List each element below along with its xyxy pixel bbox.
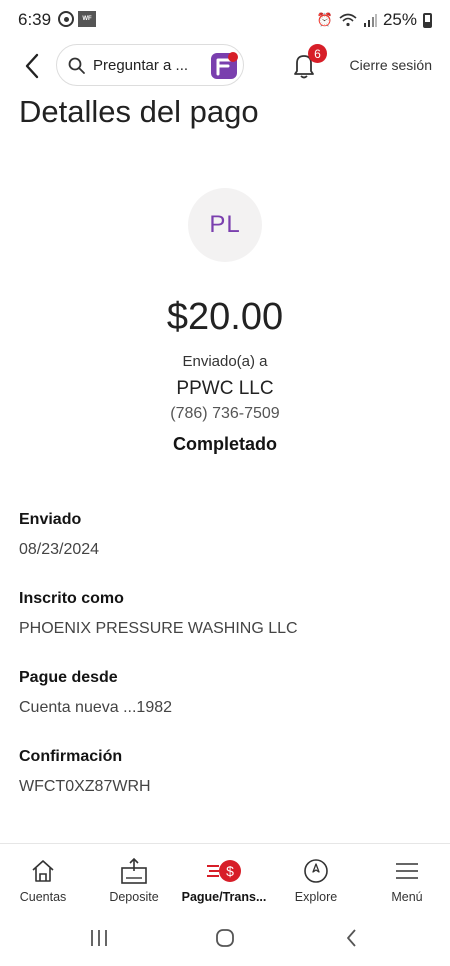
app-header: Preguntar a ... 6 Cierre sesión — [0, 40, 450, 92]
status-bar: 6:39 WF ⏰ 25% — [0, 0, 450, 38]
nav-item-menu[interactable]: Menú — [362, 856, 450, 904]
nav-item-explore[interactable]: Explore — [271, 856, 361, 904]
detail-value: 08/23/2024 — [19, 541, 100, 558]
logout-link[interactable]: Cierre sesión — [350, 57, 432, 73]
compass-icon — [304, 859, 328, 883]
system-nav-bar — [0, 911, 450, 966]
nav-item-pay-transfer[interactable]: $ Pague/Trans... — [179, 856, 269, 904]
whatsapp-icon — [58, 11, 74, 27]
status-time: 6:39 — [18, 10, 52, 29]
detail-label: Inscrito como — [19, 590, 124, 607]
search-placeholder: Preguntar a ... — [93, 57, 189, 74]
detail-enrolled-as: Inscrito como PHOENIX PRESSURE WASHING L… — [19, 590, 298, 638]
fargo-assistant-icon[interactable] — [207, 49, 241, 83]
battery-icon — [423, 12, 432, 28]
detail-pay-from: Pague desde Cuenta nueva ...1982 — [19, 669, 172, 717]
detail-confirmation: Confirmación WFCT0XZ87WRH — [19, 748, 151, 796]
sent-to-label: Enviado(a) a — [182, 353, 268, 370]
detail-value: WFCT0XZ87WRH — [19, 778, 151, 795]
nav-label: Deposite — [109, 890, 159, 904]
detail-label: Confirmación — [19, 748, 123, 765]
signal-icon — [363, 14, 377, 27]
alarm-icon: ⏰ — [316, 12, 333, 27]
svg-text:$: $ — [226, 863, 234, 879]
nav-label: Explore — [294, 890, 338, 904]
menu-icon — [396, 863, 418, 879]
notification-count-badge: 6 — [308, 44, 327, 63]
detail-sent-date: Enviado 08/23/2024 — [19, 511, 99, 559]
detail-value: Cuenta nueva ...1982 — [19, 699, 173, 716]
wf-badge-icon: WF — [78, 11, 96, 27]
page-title: Detalles del pago — [19, 94, 259, 129]
bottom-nav: Cuentas Deposite $ Pague/Trans... Explor… — [0, 843, 450, 911]
nav-item-deposit[interactable]: Deposite — [89, 856, 179, 904]
detail-label: Enviado — [19, 511, 82, 528]
payee-avatar: PL — [188, 188, 262, 262]
payee-phone: (786) 736-7509 — [170, 405, 280, 422]
detail-value: PHOENIX PRESSURE WASHING LLC — [19, 620, 298, 637]
system-back-icon[interactable] — [342, 927, 362, 949]
nav-label: Menú — [391, 890, 423, 904]
nav-item-accounts[interactable]: Cuentas — [0, 856, 88, 904]
battery-percent: 25% — [382, 10, 417, 29]
back-arrow-icon[interactable] — [22, 52, 42, 80]
nav-label: Pague/Trans... — [181, 890, 267, 904]
home-icon — [32, 860, 54, 882]
deposit-icon — [121, 857, 147, 884]
wifi-icon — [339, 13, 357, 27]
search-input[interactable]: Preguntar a ... — [56, 44, 244, 86]
detail-label: Pague desde — [19, 669, 118, 686]
payee-name: PPWC LLC — [176, 378, 274, 399]
recent-apps-icon[interactable] — [88, 927, 110, 949]
home-button-icon[interactable] — [214, 927, 236, 949]
search-icon — [68, 57, 85, 74]
pay-transfer-icon: $ — [207, 860, 241, 882]
payment-amount: $20.00 — [166, 296, 284, 338]
payment-status: Completado — [172, 434, 277, 454]
nav-label: Cuentas — [19, 890, 67, 904]
